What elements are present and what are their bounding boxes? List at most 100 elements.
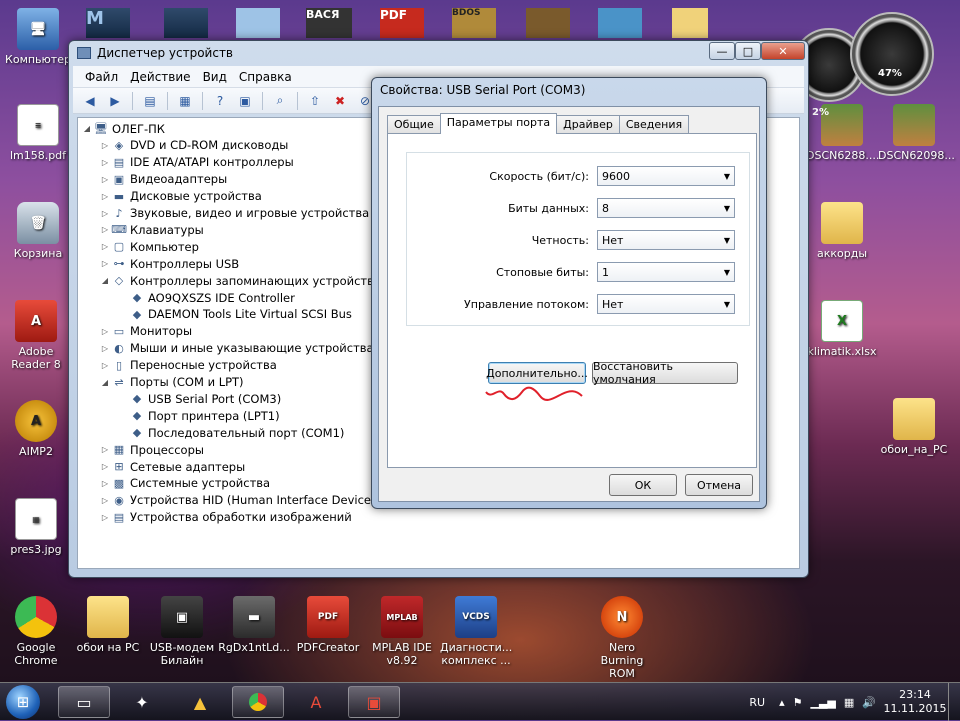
desktop-icon-rgdx-image[interactable]: ▬ RgDx1ntLd... bbox=[218, 596, 290, 654]
desktop-icon-lm158-pdf[interactable]: ≡ lm158.pdf bbox=[2, 104, 74, 162]
app-icon-image[interactable] bbox=[598, 8, 642, 38]
help-button[interactable]: ? bbox=[209, 91, 231, 111]
desktop-icon-mplab-ide[interactable]: MPLAB MPLAB IDE v8.92 bbox=[366, 596, 438, 667]
desktop-icon-wallpapers-folder[interactable]: обои на PC bbox=[72, 596, 144, 654]
collapse-arrow-icon[interactable]: ◢ bbox=[100, 276, 110, 285]
language-indicator[interactable]: RU bbox=[749, 696, 765, 709]
desktop-icon-adobe-reader[interactable]: A Adobe Reader 8 bbox=[0, 300, 72, 371]
flow-control-select[interactable]: Нет ▼ bbox=[597, 294, 735, 314]
start-button[interactable]: ⊞ bbox=[6, 685, 40, 719]
expand-arrow-icon[interactable]: ▷ bbox=[100, 445, 110, 454]
collapse-arrow-icon[interactable]: ◢ bbox=[100, 378, 110, 387]
volume-icon[interactable]: 🔊 bbox=[862, 696, 876, 709]
tab-port-settings[interactable]: Параметры порта bbox=[439, 113, 558, 134]
tree-item[interactable]: ▷ ▣ Видеоадаптеры bbox=[100, 171, 227, 188]
expand-arrow-icon[interactable]: ▷ bbox=[100, 175, 110, 184]
tab-general[interactable]: Общие bbox=[387, 115, 441, 133]
tree-item[interactable]: ▷ ◈ DVD и CD-ROM дисководы bbox=[100, 137, 288, 154]
show-hide-console-tree-button[interactable]: ▤ bbox=[139, 91, 161, 111]
view-button[interactable]: ▣ bbox=[234, 91, 256, 111]
expand-arrow-icon[interactable]: ▷ bbox=[100, 361, 110, 370]
show-desktop-button[interactable] bbox=[948, 683, 960, 721]
app-icon-video[interactable] bbox=[164, 8, 208, 38]
tree-item[interactable]: ◆ Порт принтера (LPT1) bbox=[118, 407, 280, 424]
tree-item[interactable]: ▷ ◉ Устройства HID (Human Interface Device… bbox=[100, 492, 382, 509]
properties-button[interactable]: ▦ bbox=[174, 91, 196, 111]
tree-item[interactable]: ▷ ▤ Устройства обработки изображений bbox=[100, 509, 352, 526]
tree-item[interactable]: ▷ ▭ Мониторы bbox=[100, 323, 192, 340]
tree-item[interactable]: ▷ ▯ Переносные устройства bbox=[100, 357, 277, 374]
taskbar-aimp[interactable]: ▲ bbox=[174, 686, 226, 718]
menu-action[interactable]: Действие bbox=[124, 68, 196, 86]
uninstall-button[interactable]: ✖ bbox=[329, 91, 351, 111]
taskbar-media[interactable]: ✦ bbox=[116, 686, 168, 718]
expand-arrow-icon[interactable]: ▷ bbox=[100, 242, 110, 251]
cancel-button[interactable]: Отмена bbox=[685, 474, 753, 496]
tree-item[interactable]: ◆ USB Serial Port (COM3) bbox=[118, 390, 281, 407]
advanced-button[interactable]: Дополнительно... bbox=[486, 362, 588, 384]
desktop-icon-nero[interactable]: N Nero Burning ROM bbox=[586, 596, 658, 680]
taskbar-device-manager[interactable]: ▣ bbox=[348, 686, 400, 718]
tree-item[interactable]: ◢ ⇌ Порты (COM и LPT) bbox=[100, 374, 244, 391]
app-icon-bdos[interactable]: BDOS bbox=[452, 8, 496, 38]
minimize-button[interactable]: — bbox=[709, 42, 735, 60]
expand-arrow-icon[interactable]: ▷ bbox=[100, 496, 110, 505]
stop-bits-select[interactable]: 1 ▼ bbox=[597, 262, 735, 282]
close-button[interactable]: ✕ bbox=[761, 42, 805, 60]
clock[interactable]: 23:14 11.11.2015 bbox=[882, 688, 948, 716]
desktop-icon-recycle-bin[interactable]: 🗑 Корзина bbox=[2, 202, 74, 260]
tree-item[interactable]: ▷ ▤ IDE ATA/ATAPI контроллеры bbox=[100, 154, 294, 171]
desktop-icon-computer[interactable]: 🖥 Компьютер bbox=[2, 8, 74, 66]
tree-item[interactable]: ▷ ♪ Звуковые, видео и игровые устройства bbox=[100, 205, 369, 222]
desktop-icon-vcds[interactable]: VCDS Диагности... комплекс ... bbox=[440, 596, 512, 667]
expand-arrow-icon[interactable]: ▷ bbox=[100, 158, 110, 167]
tree-item[interactable]: ◆ AO9QXSZS IDE Controller bbox=[118, 289, 295, 306]
tab-driver[interactable]: Драйвер bbox=[556, 115, 620, 133]
expand-arrow-icon[interactable]: ▷ bbox=[100, 192, 110, 201]
desktop-icon-chords-folder[interactable]: аккорды bbox=[806, 202, 878, 260]
baud-rate-select[interactable]: 9600 ▼ bbox=[597, 166, 735, 186]
tree-item[interactable]: ▷ ▢ Компьютер bbox=[100, 238, 199, 255]
tree-item[interactable]: ▷ ◐ Мыши и иные указывающие устройства bbox=[100, 340, 374, 357]
action-center-icon[interactable]: ⚑ bbox=[793, 696, 803, 709]
update-driver-button[interactable]: ⇧ bbox=[304, 91, 326, 111]
tree-item[interactable]: ◆ DAEMON Tools Lite Virtual SCSI Bus bbox=[118, 306, 352, 323]
scan-hardware-button[interactable]: ⌕ bbox=[269, 91, 291, 111]
app-icon-vasya[interactable]: ВАСЯ bbox=[306, 8, 352, 38]
memory-gauge-gadget[interactable]: 47% bbox=[850, 12, 934, 96]
tree-item[interactable]: ▷ ▦ Процессоры bbox=[100, 441, 204, 458]
tree-item[interactable]: ▷ ⌨ Клавиатуры bbox=[100, 221, 204, 238]
tree-item[interactable]: ◢ 🖥 ОЛЕГ-ПК bbox=[82, 120, 165, 137]
desktop-icon-klimatik-xlsx[interactable]: X klimatik.xlsx bbox=[806, 300, 878, 358]
desktop-icon-aimp2[interactable]: A AIMP2 bbox=[0, 400, 72, 458]
parity-select[interactable]: Нет ▼ bbox=[597, 230, 735, 250]
desktop-icon-google-chrome[interactable]: Google Chrome bbox=[0, 596, 72, 667]
collapse-arrow-icon[interactable]: ◢ bbox=[82, 124, 92, 133]
back-button[interactable]: ◀ bbox=[79, 91, 101, 111]
tree-item[interactable]: ▷ ⊶ Контроллеры USB bbox=[100, 255, 239, 272]
desktop-icon-pres3-jpg[interactable]: ▦ pres3.jpg bbox=[0, 498, 72, 556]
app-icon-m[interactable]: M bbox=[86, 8, 130, 38]
desktop-icon-dscn62098[interactable]: DSCN62098... bbox=[878, 104, 955, 162]
expand-arrow-icon[interactable]: ▷ bbox=[100, 479, 110, 488]
expand-arrow-icon[interactable]: ▷ bbox=[100, 141, 110, 150]
data-bits-select[interactable]: 8 ▼ bbox=[597, 198, 735, 218]
expand-arrow-icon[interactable]: ▷ bbox=[100, 513, 110, 522]
ok-button[interactable]: ОК bbox=[609, 474, 677, 496]
tree-item[interactable]: ◆ Последовательный порт (COM1) bbox=[118, 424, 345, 441]
network-signal-icon[interactable]: ▁▃▅ bbox=[811, 696, 836, 709]
tree-item[interactable]: ▷ ⊞ Сетевые адаптеры bbox=[100, 458, 245, 475]
network-icon[interactable]: ▦ bbox=[844, 696, 854, 709]
expand-arrow-icon[interactable]: ▷ bbox=[100, 462, 110, 471]
maximize-button[interactable]: □ bbox=[735, 42, 761, 60]
tray-expand-icon[interactable]: ▴ bbox=[779, 696, 785, 709]
expand-arrow-icon[interactable]: ▷ bbox=[100, 209, 110, 218]
app-icon-file[interactable] bbox=[236, 8, 280, 38]
desktop-icon-wallpapers-folder-2[interactable]: обои_на_PC bbox=[878, 398, 950, 456]
expand-arrow-icon[interactable]: ▷ bbox=[100, 259, 110, 268]
restore-defaults-button[interactable]: Восстановить умолчания bbox=[592, 360, 738, 386]
app-icon-cat[interactable] bbox=[526, 8, 570, 38]
forward-button[interactable]: ▶ bbox=[104, 91, 126, 111]
expand-arrow-icon[interactable]: ▷ bbox=[100, 225, 110, 234]
device-manager-titlebar[interactable]: Диспетчер устройств bbox=[69, 41, 808, 65]
